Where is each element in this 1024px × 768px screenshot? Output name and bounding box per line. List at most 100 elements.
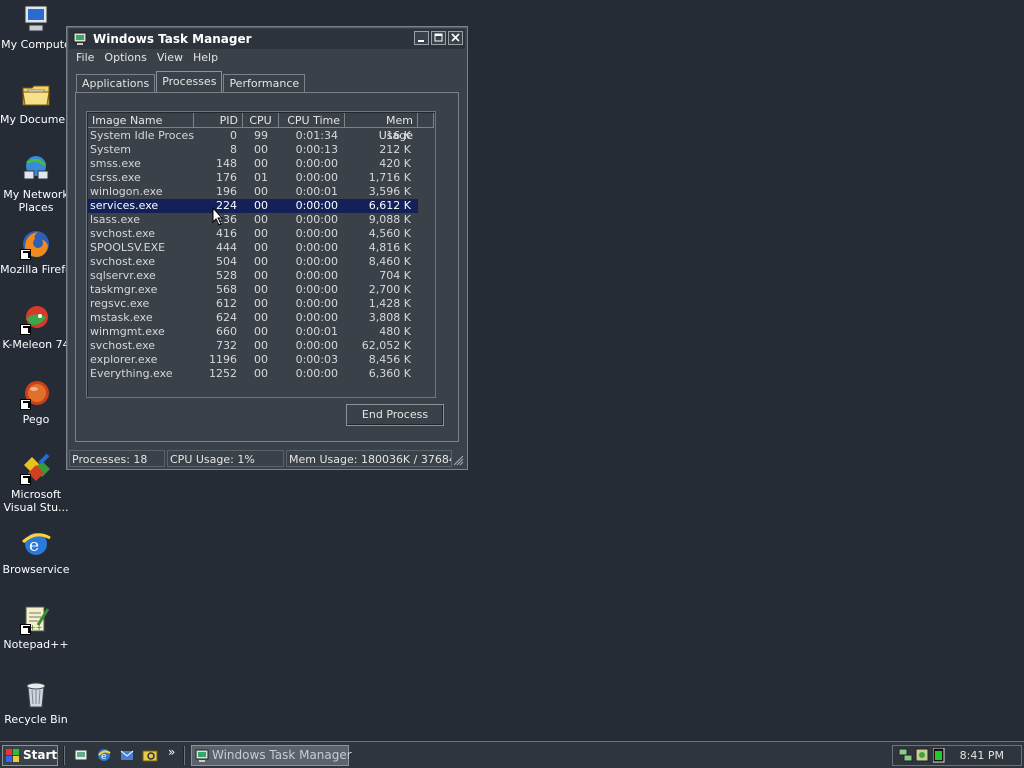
cell-pid: 568 xyxy=(216,283,237,296)
desktop-icon-computer[interactable]: My Compute xyxy=(0,3,72,51)
desktop-icon-pego[interactable]: Pego xyxy=(0,378,72,426)
maximize-icon xyxy=(434,33,443,42)
quicklaunch-more-chevron[interactable]: » xyxy=(168,745,175,759)
shortcut-arrow-icon xyxy=(20,399,31,410)
desktop-icon-folder-documents[interactable]: My Document xyxy=(0,78,72,126)
cell-cpu: 00 xyxy=(254,367,268,380)
cell-cpu: 00 xyxy=(254,311,268,324)
outlook-quicklaunch-icon[interactable] xyxy=(119,747,135,763)
tab-processes[interactable]: Processes xyxy=(156,71,223,92)
cell-cpu: 00 xyxy=(254,199,268,212)
desktop-icon-visual-studio[interactable]: Microsoft Visual Stu... xyxy=(0,453,72,514)
table-row[interactable]: csrss.exe 176 01 0:00:00 1,716 K xyxy=(88,171,418,185)
cell-time: 0:00:01 xyxy=(295,325,338,338)
taskbar: Start e » Windows Task Manager 8:41 PM xyxy=(0,741,1024,768)
table-row[interactable]: winlogon.exe 196 00 0:00:01 3,596 K xyxy=(88,185,418,199)
desktop-icon-label: Mozilla Firefo xyxy=(0,263,72,276)
cell-name: taskmgr.exe xyxy=(90,283,158,296)
cell-cpu: 00 xyxy=(254,157,268,170)
desktop-icon-label: Pego xyxy=(22,413,50,426)
process-list[interactable]: Image Name PID CPU CPU Time Mem Usage System… xyxy=(86,111,436,398)
desktop-icon-notepad-plus-plus[interactable]: ++ Notepad++ xyxy=(0,603,72,651)
show-desktop-icon[interactable] xyxy=(73,747,89,763)
cell-mem: 8,456 K xyxy=(368,353,411,366)
explorer-quicklaunch-icon[interactable] xyxy=(142,747,158,763)
cell-cpu: 00 xyxy=(254,269,268,282)
cell-mem: 704 K xyxy=(379,269,411,282)
cell-time: 0:00:00 xyxy=(295,311,338,324)
table-row[interactable]: lsass.exe 236 00 0:00:00 9,088 K xyxy=(88,213,418,227)
start-button[interactable]: Start xyxy=(2,745,58,766)
table-row[interactable]: mstask.exe 624 00 0:00:00 3,808 K xyxy=(88,311,418,325)
table-row[interactable]: System 8 00 0:00:13 212 K xyxy=(88,143,418,157)
menu-view[interactable]: View xyxy=(154,51,190,65)
column-cpu-header[interactable]: CPU xyxy=(243,113,279,128)
table-row[interactable]: services.exe 224 00 0:00:00 6,612 K xyxy=(88,199,418,213)
table-row[interactable]: Everything.exe 1252 00 0:00:00 6,360 K xyxy=(88,367,418,381)
cell-name: System Idle Process xyxy=(90,129,194,142)
desktop-icon-network-places[interactable]: My Network Places xyxy=(0,153,72,214)
minimize-button[interactable] xyxy=(414,31,429,45)
cell-name: mstask.exe xyxy=(90,311,153,324)
taskbar-item-task-manager[interactable]: Windows Task Manager xyxy=(191,745,352,766)
menu-help[interactable]: Help xyxy=(190,51,225,65)
table-row[interactable]: taskmgr.exe 568 00 0:00:00 2,700 K xyxy=(88,283,418,297)
folder-documents-icon xyxy=(22,85,50,106)
table-row[interactable]: SPOOLSV.EXE 444 00 0:00:00 4,816 K xyxy=(88,241,418,255)
taskbar-item-label: Windows Task Manager xyxy=(212,748,352,762)
tab-performance[interactable]: Performance xyxy=(223,74,306,92)
table-row[interactable]: svchost.exe 416 00 0:00:00 4,560 K xyxy=(88,227,418,241)
cell-cpu: 00 xyxy=(254,185,268,198)
column-cpu-time-header[interactable]: CPU Time xyxy=(279,113,345,128)
desktop-icon-recycle-bin[interactable]: Recycle Bin xyxy=(0,678,72,726)
menu-options[interactable]: Options xyxy=(101,51,153,65)
table-row[interactable]: sqlservr.exe 528 00 0:00:00 704 K xyxy=(88,269,418,283)
table-row[interactable]: smss.exe 148 00 0:00:00 420 K xyxy=(88,157,418,171)
sql-server-tray-icon[interactable] xyxy=(915,748,930,763)
cell-cpu: 00 xyxy=(254,255,268,268)
taskbar-clock[interactable]: 8:41 PM xyxy=(960,749,1004,762)
cell-cpu: 00 xyxy=(254,143,268,156)
table-row[interactable]: winmgmt.exe 660 00 0:00:01 480 K xyxy=(88,325,418,339)
table-row[interactable]: svchost.exe 504 00 0:00:00 8,460 K xyxy=(88,255,418,269)
network-tray-icon[interactable] xyxy=(898,748,914,763)
cell-mem: 9,088 K xyxy=(368,213,411,226)
tab-applications[interactable]: Applications xyxy=(76,74,156,92)
shortcut-arrow-icon xyxy=(20,474,31,485)
table-row[interactable]: explorer.exe 1196 00 0:00:03 8,456 K xyxy=(88,353,418,367)
cell-cpu: 00 xyxy=(254,227,268,240)
end-process-button[interactable]: End Process xyxy=(346,404,444,426)
cell-pid: 612 xyxy=(216,297,237,310)
column-mem-usage-header[interactable]: Mem Usage xyxy=(345,113,418,142)
cell-mem: 2,700 K xyxy=(368,283,411,296)
cell-cpu: 00 xyxy=(254,339,268,352)
network-places-icon xyxy=(23,156,49,180)
process-list-header: Image Name PID CPU CPU Time Mem Usage xyxy=(88,113,434,142)
cpu-meter-tray-icon[interactable] xyxy=(933,748,945,763)
desktop-icon-internet-explorer[interactable]: e Browservice xyxy=(0,528,72,576)
table-row[interactable]: svchost.exe 732 00 0:00:00 62,052 K xyxy=(88,339,418,353)
cell-pid: 732 xyxy=(216,339,237,352)
cell-time: 0:00:00 xyxy=(295,157,338,170)
maximize-button[interactable] xyxy=(431,31,446,45)
cell-name: csrss.exe xyxy=(90,171,141,184)
title-bar[interactable]: Windows Task Manager xyxy=(69,29,465,49)
minimize-icon xyxy=(418,40,424,42)
cell-mem: 4,560 K xyxy=(368,227,411,240)
close-button[interactable] xyxy=(448,31,463,45)
column-pid-header[interactable]: PID xyxy=(194,113,243,128)
desktop-icon-label: Recycle Bin xyxy=(4,713,68,726)
cell-mem: 1,716 K xyxy=(368,171,411,184)
column-image-name-header[interactable]: Image Name xyxy=(88,113,194,128)
menu-file[interactable]: File xyxy=(73,51,101,65)
svg-text:e: e xyxy=(101,752,107,762)
table-row[interactable]: System Idle Process 0 99 0:01:34 16 K xyxy=(88,129,418,143)
desktop-icon-kmeleon[interactable]: K-Meleon 74 xyxy=(0,303,72,351)
cell-cpu: 00 xyxy=(254,241,268,254)
desktop-icon-firefox[interactable]: Mozilla Firefo xyxy=(0,228,72,276)
internet-explorer-quicklaunch-icon[interactable]: e xyxy=(96,747,112,763)
resize-grip-icon[interactable] xyxy=(452,454,464,466)
task-manager-window[interactable]: Windows Task Manager File Options View Help… xyxy=(66,26,468,470)
cell-name: svchost.exe xyxy=(90,227,156,240)
table-row[interactable]: regsvc.exe 612 00 0:00:00 1,428 K xyxy=(88,297,418,311)
